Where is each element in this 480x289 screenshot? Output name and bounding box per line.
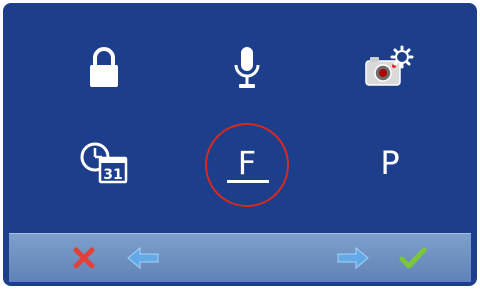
clock-calendar-menu-item[interactable]: 31 — [69, 133, 139, 193]
p-menu-item[interactable]: P — [355, 133, 425, 193]
clock-calendar-icon: 31 — [80, 142, 128, 184]
check-icon — [399, 247, 427, 269]
calendar-day-text: 31 — [103, 167, 122, 183]
bottom-toolbar — [9, 233, 471, 282]
close-icon — [73, 247, 95, 269]
arrow-left-icon — [127, 246, 159, 270]
selection-ring — [205, 123, 289, 207]
back-button[interactable] — [125, 242, 161, 274]
cancel-button[interactable] — [66, 242, 102, 274]
confirm-button[interactable] — [395, 242, 431, 274]
menu-grid: 31 F P — [3, 3, 477, 229]
p-label: P — [380, 144, 400, 182]
lock-menu-item[interactable] — [69, 38, 139, 98]
arrow-right-icon — [337, 246, 369, 270]
camera-settings-icon — [365, 45, 414, 86]
forward-button[interactable] — [335, 242, 371, 274]
lock-icon — [90, 47, 118, 87]
screen: 31 F P — [3, 3, 477, 286]
microphone-icon — [234, 47, 260, 88]
camera-settings-menu-item[interactable] — [355, 38, 425, 98]
microphone-menu-item[interactable] — [212, 38, 282, 98]
